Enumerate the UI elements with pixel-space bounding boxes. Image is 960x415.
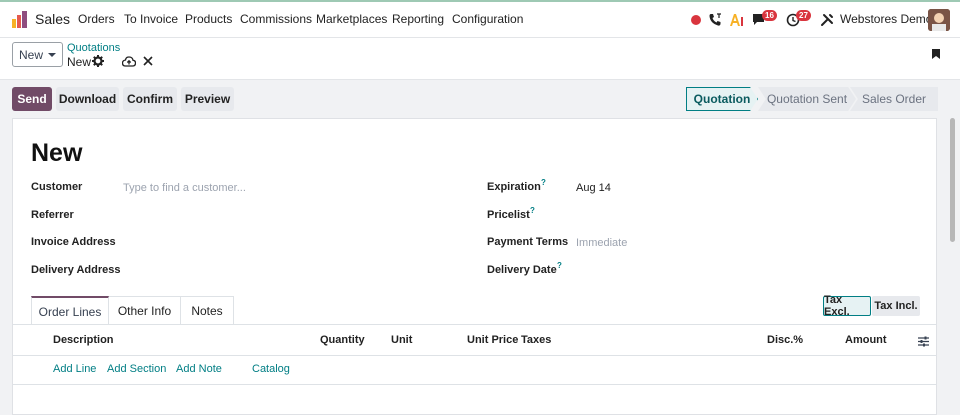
col-description[interactable]: Description <box>53 334 114 346</box>
tab-other-info[interactable]: Other Info <box>109 296 181 325</box>
company-switcher[interactable]: Webstores Demo <box>840 12 932 26</box>
stage-sales-order[interactable]: Sales Order <box>850 87 938 111</box>
scrollbar-thumb[interactable] <box>950 118 955 242</box>
table-bottom-divider <box>13 384 936 385</box>
phone-icon[interactable] <box>708 13 722 27</box>
expiration-label: Expiration <box>487 181 541 193</box>
control-panel: New Quotations New <box>0 38 960 80</box>
order-lines-header: Description Quantity Unit Unit Price Tax… <box>13 326 936 356</box>
top-navbar: Sales Orders To Invoice Products Commiss… <box>0 0 960 38</box>
referrer-label: Referrer <box>31 209 74 221</box>
menu-products[interactable]: Products <box>185 12 232 26</box>
col-disc[interactable]: Disc.% <box>767 334 803 346</box>
save-cloud-icon[interactable] <box>122 56 136 67</box>
col-taxes[interactable]: Taxes <box>521 334 551 346</box>
pricelist-label: Pricelist <box>487 209 530 221</box>
menu-orders[interactable]: Orders <box>78 12 115 26</box>
activities-badge: 27 <box>796 10 811 21</box>
column-settings-icon[interactable] <box>918 336 929 347</box>
payment-terms-label: Payment Terms <box>487 236 569 248</box>
caret-down-icon <box>48 52 56 57</box>
app-name[interactable]: Sales <box>35 11 70 27</box>
stage-quotation-sent[interactable]: Quotation Sent <box>758 87 856 111</box>
expiration-help-icon[interactable]: ? <box>541 178 546 187</box>
tools-icon[interactable] <box>820 13 834 27</box>
record-title[interactable]: New <box>31 139 82 168</box>
new-button[interactable]: New <box>12 42 63 67</box>
delivery-date-help-icon[interactable]: ? <box>557 261 562 270</box>
send-button[interactable]: Send <box>12 87 52 111</box>
preview-button[interactable]: Preview <box>181 87 234 111</box>
new-button-label: New <box>18 47 43 62</box>
tax-incl-toggle[interactable]: Tax Incl. <box>872 296 920 316</box>
add-line-link[interactable]: Add Line <box>53 363 96 375</box>
stage-quotation[interactable]: Quotation <box>686 87 758 111</box>
col-quantity[interactable]: Quantity <box>320 334 365 346</box>
invoice-address-label: Invoice Address <box>31 236 116 248</box>
breadcrumb-current: New <box>67 55 92 69</box>
menu-commissions[interactable]: Commissions <box>240 12 312 26</box>
menu-configuration[interactable]: Configuration <box>452 12 523 26</box>
menu-marketplaces[interactable]: Marketplaces <box>316 12 387 26</box>
record-dot-icon[interactable] <box>690 14 702 26</box>
confirm-button[interactable]: Confirm <box>123 87 177 111</box>
tab-divider <box>13 324 936 325</box>
gear-icon[interactable] <box>92 55 104 67</box>
customer-input[interactable]: Type to find a customer... <box>123 182 246 194</box>
col-unit[interactable]: Unit <box>391 334 412 346</box>
menu-reporting[interactable]: Reporting <box>392 12 444 26</box>
col-amount[interactable]: Amount <box>845 334 887 346</box>
tax-excl-toggle[interactable]: Tax Excl. <box>823 294 871 318</box>
breadcrumb-quotations[interactable]: Quotations <box>67 42 120 54</box>
user-avatar[interactable] <box>928 9 950 31</box>
menu-to-invoice[interactable]: To Invoice <box>124 12 178 26</box>
add-section-link[interactable]: Add Section <box>107 363 166 375</box>
catalog-link[interactable]: Catalog <box>252 363 290 375</box>
delivery-date-label: Delivery Date <box>487 264 557 276</box>
sales-app-icon[interactable] <box>12 11 28 28</box>
tab-notes[interactable]: Notes <box>181 296 234 325</box>
bookmark-icon[interactable] <box>931 48 941 60</box>
delivery-address-label: Delivery Address <box>31 264 121 276</box>
add-note-link[interactable]: Add Note <box>176 363 222 375</box>
download-button[interactable]: Download <box>56 87 119 111</box>
ai-icon[interactable] <box>729 13 745 27</box>
pricelist-help-icon[interactable]: ? <box>530 206 535 215</box>
form-sheet: New Customer Type to find a customer... … <box>12 118 937 415</box>
tab-order-lines[interactable]: Order Lines <box>31 296 109 325</box>
expiration-input[interactable]: Aug 14 <box>576 182 611 194</box>
discard-x-icon[interactable] <box>143 56 153 66</box>
col-unit-price[interactable]: Unit Price <box>467 334 518 346</box>
customer-label: Customer <box>31 181 83 193</box>
payment-terms-input[interactable]: Immediate <box>576 237 627 249</box>
messages-badge: 16 <box>762 10 777 21</box>
